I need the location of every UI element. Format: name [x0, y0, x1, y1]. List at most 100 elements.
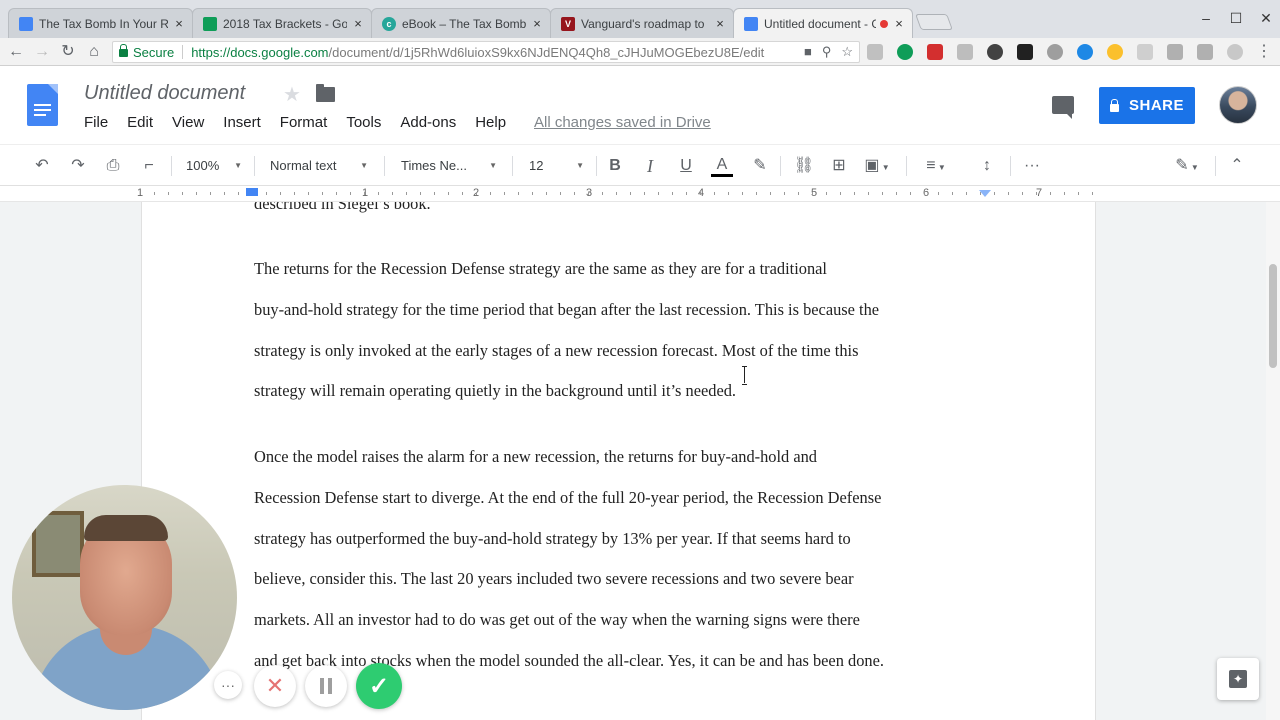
recorder-pause-button[interactable] — [305, 665, 347, 707]
recorder-done-button[interactable]: ✓ — [356, 663, 402, 709]
font-select[interactable]: Times Ne... ▼ — [401, 155, 497, 177]
italic-icon[interactable]: I — [640, 155, 660, 177]
redo-icon[interactable]: ↷ — [68, 155, 88, 177]
bookmark-star-icon[interactable]: ☆ — [841, 44, 853, 60]
google-docs-logo-icon[interactable] — [27, 84, 58, 126]
align-icon[interactable]: ≡ ▼ — [918, 155, 954, 177]
recorder-more-button[interactable]: ··· — [214, 671, 242, 699]
explore-button[interactable]: ✦ — [1217, 658, 1259, 700]
editing-mode-icon[interactable]: ✎ ▼ — [1170, 155, 1204, 177]
menu-tools[interactable]: Tools — [346, 114, 381, 131]
text-color-icon[interactable]: A — [711, 155, 733, 177]
browser-tab[interactable]: The Tax Bomb In Your Re × — [8, 8, 193, 38]
zoom-select[interactable]: 100% ▼ — [186, 155, 242, 177]
document-page[interactable]: described in Siegel’s book. The returns … — [141, 202, 1096, 720]
menu-edit[interactable]: Edit — [127, 114, 153, 131]
scrollbar-thumb[interactable] — [1269, 264, 1277, 368]
underline-icon[interactable]: U — [676, 155, 696, 177]
line-spacing-icon[interactable]: ↕ — [976, 155, 998, 177]
ruler-tick — [476, 192, 477, 195]
right-indent-marker[interactable] — [979, 190, 991, 197]
secure-indicator[interactable]: Secure — [119, 44, 174, 60]
camera-icon[interactable]: ■ — [804, 44, 812, 60]
close-icon[interactable]: × — [172, 16, 186, 31]
recorder-cancel-button[interactable]: ✕ — [254, 665, 296, 707]
facebook-icon[interactable] — [1167, 44, 1183, 60]
extension-icon[interactable] — [1137, 44, 1153, 60]
menu-bar: File Edit View Insert Format Tools Add-o… — [84, 114, 525, 131]
scrollbar[interactable] — [1266, 202, 1280, 720]
star-icon[interactable]: ★ — [283, 82, 301, 107]
link-icon[interactable]: ⛓ — [793, 155, 815, 177]
extension-icon[interactable] — [867, 44, 883, 60]
home-icon[interactable]: ⌂ — [84, 42, 104, 62]
close-window-icon[interactable]: ✕ — [1256, 10, 1276, 26]
font-size-select[interactable]: 12 ▼ — [529, 155, 584, 177]
reload-icon[interactable]: ↻ — [58, 42, 78, 62]
ruler: 1 1 2 3 4 5 6 7 — [0, 186, 1280, 202]
browser-tab[interactable]: c eBook – The Tax Bomb In × — [371, 8, 551, 38]
divider — [596, 156, 597, 176]
add-comment-icon[interactable]: ⊞ — [829, 155, 849, 177]
comment-icon[interactable] — [1052, 96, 1074, 119]
close-icon[interactable]: × — [351, 16, 365, 31]
browser-tab-active[interactable]: Untitled document - G × — [733, 8, 913, 38]
address-bar[interactable]: Secure https://docs.google.com/document/… — [112, 41, 860, 63]
ruler-tick — [966, 192, 967, 195]
paragraph-style-select[interactable]: Normal text ▼ — [270, 155, 368, 177]
print-icon[interactable]: ⎙ — [103, 155, 123, 177]
back-arrow-icon[interactable]: ← — [6, 42, 26, 62]
browser-tab[interactable]: V Vanguard's roadmap to × — [550, 8, 734, 38]
share-label: SHARE — [1128, 97, 1184, 114]
chrome-menu-icon[interactable]: ⋮ — [1254, 42, 1274, 62]
document-title[interactable]: Untitled document — [84, 82, 245, 105]
close-icon[interactable]: × — [892, 16, 906, 31]
paint-format-icon[interactable]: ⌐ — [139, 155, 159, 177]
extension-icon[interactable] — [1077, 44, 1093, 60]
menu-insert[interactable]: Insert — [223, 114, 261, 131]
save-status-link[interactable]: All changes saved in Drive — [534, 114, 711, 131]
ruler-tick — [336, 192, 337, 195]
pdf-extension-icon[interactable] — [927, 44, 943, 60]
avatar[interactable] — [1219, 86, 1257, 124]
menu-view[interactable]: View — [172, 114, 204, 131]
folder-icon[interactable] — [316, 84, 335, 102]
bold-icon[interactable]: B — [605, 155, 625, 177]
menu-add-ons[interactable]: Add-ons — [400, 114, 456, 131]
extension-icon[interactable] — [987, 44, 1003, 60]
menu-help[interactable]: Help — [475, 114, 506, 131]
close-icon[interactable]: × — [530, 16, 544, 31]
maximize-icon[interactable]: ☐ — [1226, 10, 1246, 26]
docs-icon — [744, 16, 758, 31]
evernote-icon[interactable] — [897, 44, 913, 60]
kindle-icon[interactable] — [1017, 44, 1033, 60]
menu-format[interactable]: Format — [280, 114, 328, 131]
minimize-icon[interactable]: – — [1196, 10, 1216, 26]
extension-icon[interactable] — [957, 44, 973, 60]
browser-tab[interactable]: 2018 Tax Brackets - Goo × — [192, 8, 372, 38]
ruler-tick — [644, 192, 645, 195]
forward-arrow-icon[interactable]: → — [32, 42, 52, 62]
extension-icon[interactable] — [1047, 44, 1063, 60]
new-tab-button[interactable] — [915, 14, 953, 30]
code-icon[interactable] — [1197, 44, 1213, 60]
chevron-up-icon[interactable]: ⌃ — [1227, 155, 1247, 177]
share-button[interactable]: SHARE — [1099, 87, 1195, 124]
close-icon[interactable]: × — [713, 16, 727, 31]
browser-toolbar: ← → ↻ ⌂ Secure https://docs.google.com/d… — [0, 38, 1280, 66]
extension-icon[interactable] — [1107, 44, 1123, 60]
ruler-tick — [784, 192, 785, 195]
chevron-down-icon: ▼ — [360, 161, 368, 170]
ruler-tick — [182, 192, 183, 195]
extension-icon[interactable] — [1227, 44, 1243, 60]
undo-icon[interactable]: ↶ — [32, 155, 52, 177]
insert-image-icon[interactable]: ▣ ▼ — [862, 155, 892, 177]
paragraph: The returns for the Recession Defense st… — [254, 259, 880, 401]
zoom-icon[interactable]: ⚲ — [822, 44, 832, 60]
url-host: https://docs.google.com — [191, 44, 329, 60]
left-indent-marker[interactable] — [246, 188, 258, 196]
menu-file[interactable]: File — [84, 114, 108, 131]
ruler-tick — [378, 192, 379, 195]
more-options-icon[interactable]: ··· — [1020, 155, 1044, 177]
highlight-pen-icon[interactable]: ✎ — [750, 155, 770, 177]
